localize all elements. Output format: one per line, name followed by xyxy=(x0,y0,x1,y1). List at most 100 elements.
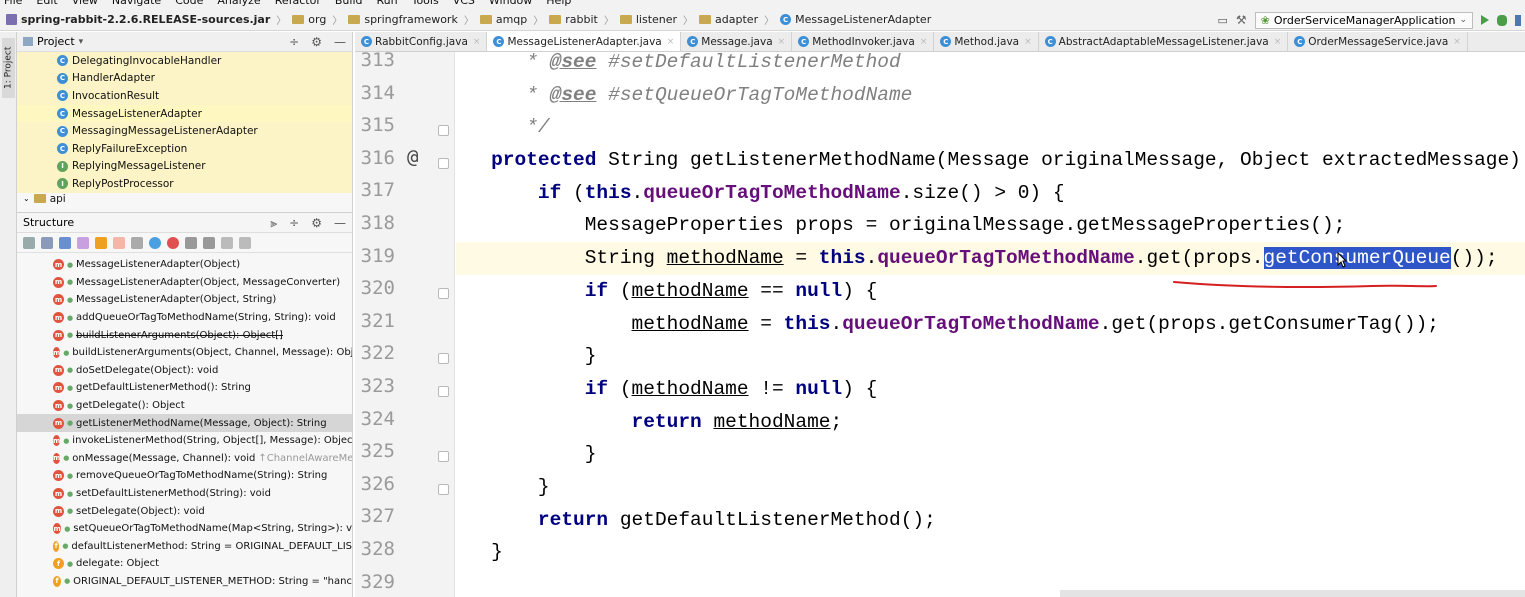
close-icon[interactable]: × xyxy=(778,37,786,47)
structure-item[interactable]: m ● invokeListenerMethod(String, Object[],… xyxy=(17,432,352,450)
editor-tab[interactable]: C MethodInvoker.java × xyxy=(792,32,935,51)
fold-marker-icon[interactable] xyxy=(438,483,449,495)
show-properties-icon[interactable] xyxy=(77,236,89,249)
breadcrumb-org[interactable]: org xyxy=(292,13,326,26)
structure-item[interactable]: m ● buildListenerArguments(Object, Channel… xyxy=(17,344,352,362)
override-marker-icon[interactable]: @ xyxy=(407,146,418,168)
editor-tab[interactable]: C Message.java × xyxy=(681,32,793,51)
structure-item[interactable]: m ● getListenerMethodName(Message, Object)… xyxy=(17,414,352,432)
close-icon[interactable]: × xyxy=(920,37,928,47)
structure-item[interactable]: m ● getDefaultListenerMethod(): String xyxy=(17,379,352,397)
menu-item-vcs[interactable]: VCS xyxy=(453,0,475,7)
collapse-all-icon[interactable]: ÷ xyxy=(289,35,299,49)
breadcrumb-class[interactable]: C MessageListenerAdapter xyxy=(780,13,931,26)
fold-marker-icon[interactable] xyxy=(438,157,449,169)
structure-item[interactable]: f ● ORIGINAL_DEFAULT_LISTENER_METHOD: Stri… xyxy=(17,573,352,591)
project-tree-item[interactable]: I ReplyingMessageListener xyxy=(17,157,352,176)
collapse-icon[interactable] xyxy=(203,236,215,249)
sort-alpha-icon[interactable] xyxy=(41,236,53,249)
menu-item-run[interactable]: Run xyxy=(377,0,398,7)
project-tool-tab[interactable]: 1: Project xyxy=(2,38,15,98)
show-fields-icon[interactable] xyxy=(95,236,107,249)
expand-icon[interactable] xyxy=(185,236,197,249)
project-tree-item[interactable]: C ReplyFailureException xyxy=(17,139,352,158)
fold-marker-icon[interactable] xyxy=(438,353,449,365)
menu-item-refactor[interactable]: Refactor xyxy=(275,0,321,7)
editor-tab[interactable]: C AbstractAdaptableMessageListener.java × xyxy=(1039,32,1289,51)
structure-item[interactable]: m ● MessageListenerAdapter(Object, String) xyxy=(17,291,352,309)
project-tree-item[interactable]: C HandlerAdapter xyxy=(17,69,352,88)
gear-icon[interactable]: ⚙ xyxy=(311,216,322,230)
selected-text[interactable]: getConsumerQueue xyxy=(1263,247,1451,269)
editor-tab[interactable]: C Method.java × xyxy=(934,32,1039,51)
fold-marker-icon[interactable] xyxy=(438,451,449,463)
menu-item-view[interactable]: View xyxy=(72,0,98,7)
fold-marker-icon[interactable] xyxy=(438,288,449,300)
breadcrumb-rabbit[interactable]: rabbit xyxy=(549,13,598,26)
minimize-icon[interactable]: — xyxy=(334,216,346,230)
breadcrumb-jar[interactable]: spring-rabbit-2.2.6.RELEASE-sources.jar xyxy=(6,13,270,26)
breadcrumb-amqp[interactable]: amqp xyxy=(479,13,527,26)
project-tree-item[interactable]: C DelegatingInvocableHandler xyxy=(17,52,352,70)
show-annotations-icon[interactable] xyxy=(167,236,179,249)
chevron-down-icon[interactable]: ▾ xyxy=(79,37,84,47)
tree-folder-api[interactable]: ⌄ api xyxy=(17,193,352,205)
editor-tab[interactable]: C OrderMessageService.java × xyxy=(1288,32,1468,51)
horizontal-scrollbar[interactable] xyxy=(1060,590,1525,597)
minimize-icon[interactable]: — xyxy=(334,35,346,49)
expand-all-icon[interactable]: ⫸ xyxy=(270,216,277,231)
menu-item-navigate[interactable]: Navigate xyxy=(112,0,161,7)
menu-item-analyze[interactable]: Analyze xyxy=(217,0,260,7)
menu-item-edit[interactable]: Edit xyxy=(36,0,57,7)
structure-item[interactable]: m ● removeQueueOrTagToMethodName(String): … xyxy=(17,467,352,485)
fold-marker-icon[interactable] xyxy=(438,125,449,137)
menu-item-file[interactable]: File xyxy=(4,0,22,7)
coverage-icon[interactable] xyxy=(1515,14,1521,26)
show-inherited-icon[interactable] xyxy=(59,236,71,249)
structure-item[interactable]: m ● setDelegate(Object): void xyxy=(17,502,352,520)
structure-item[interactable]: m ● setDefaultListenerMethod(String): void xyxy=(17,485,352,503)
structure-item[interactable]: m ● addQueueOrTagToMethodName(String, Stri… xyxy=(17,309,352,327)
autoscroll-to-source-icon[interactable] xyxy=(221,236,233,249)
fold-marker-icon[interactable] xyxy=(438,386,449,397)
close-icon[interactable]: × xyxy=(473,37,481,47)
menu-item-window[interactable]: Window xyxy=(489,0,532,7)
editor-tab[interactable]: C MessageListenerAdapter.java × xyxy=(487,32,682,51)
project-tree-item[interactable]: C MessagingMessageListenerAdapter xyxy=(17,122,352,140)
show-lambdas-icon[interactable] xyxy=(131,236,143,249)
structure-item[interactable]: f ● defaultListenerMethod: String = ORIGIN… xyxy=(17,538,352,556)
close-icon[interactable]: × xyxy=(1274,37,1282,47)
breadcrumb-springframework[interactable]: springframework xyxy=(348,13,458,26)
structure-item[interactable]: m ● setQueueOrTagToMethodName(Map<String, … xyxy=(17,520,352,538)
structure-item[interactable]: m ● MessageListenerAdapter(Object, Message… xyxy=(17,274,352,292)
hammer-icon[interactable]: ⚒ xyxy=(1236,13,1247,27)
project-tree-item[interactable]: C InvocationResult xyxy=(17,87,352,105)
structure-item[interactable]: m ● MessageListenerAdapter(Object) xyxy=(17,256,352,274)
code-editor[interactable]: * @see #setDefaultListenerMethod * @see … xyxy=(456,52,1525,597)
menu-item-code[interactable]: Code xyxy=(175,0,203,7)
close-icon[interactable]: × xyxy=(667,37,675,47)
show-anonymous-icon[interactable] xyxy=(149,236,161,249)
breadcrumb-adapter[interactable]: adapter xyxy=(699,13,758,26)
structure-item[interactable]: f ● delegate: Object xyxy=(17,555,352,573)
menu-item-help[interactable]: Help xyxy=(546,0,571,7)
project-tree-item[interactable]: I ReplyPostProcessor xyxy=(17,175,352,193)
structure-item[interactable]: m ● doSetDelegate(Object): void xyxy=(17,362,352,380)
structure-item[interactable]: m ● buildListenerArguments(Object): Object… xyxy=(17,326,352,344)
gear-icon[interactable]: ⚙ xyxy=(311,35,322,49)
structure-item[interactable]: m ● getDelegate(): Object xyxy=(17,397,352,415)
collapse-all-icon[interactable]: ÷ xyxy=(289,216,299,230)
autoscroll-from-source-icon[interactable] xyxy=(239,236,251,249)
project-tree-item[interactable]: C MessageListenerAdapter xyxy=(17,104,352,123)
sort-visibility-icon[interactable] xyxy=(23,236,35,249)
close-icon[interactable]: × xyxy=(1453,37,1461,47)
run-configuration-select[interactable]: ❀ OrderServiceManagerApplication ⌄ xyxy=(1254,11,1473,29)
run-icon[interactable] xyxy=(1481,15,1489,25)
project-panel-title[interactable]: Project xyxy=(37,35,75,48)
breadcrumb-listener[interactable]: listener xyxy=(619,13,677,26)
debug-icon[interactable] xyxy=(1497,14,1507,26)
show-non-public-icon[interactable] xyxy=(113,236,125,249)
close-icon[interactable]: × xyxy=(1024,37,1032,47)
structure-item[interactable]: m ● onMessage(Message, Channel): void ↑Chan… xyxy=(17,450,352,468)
menu-item-build[interactable]: Build xyxy=(335,0,363,7)
